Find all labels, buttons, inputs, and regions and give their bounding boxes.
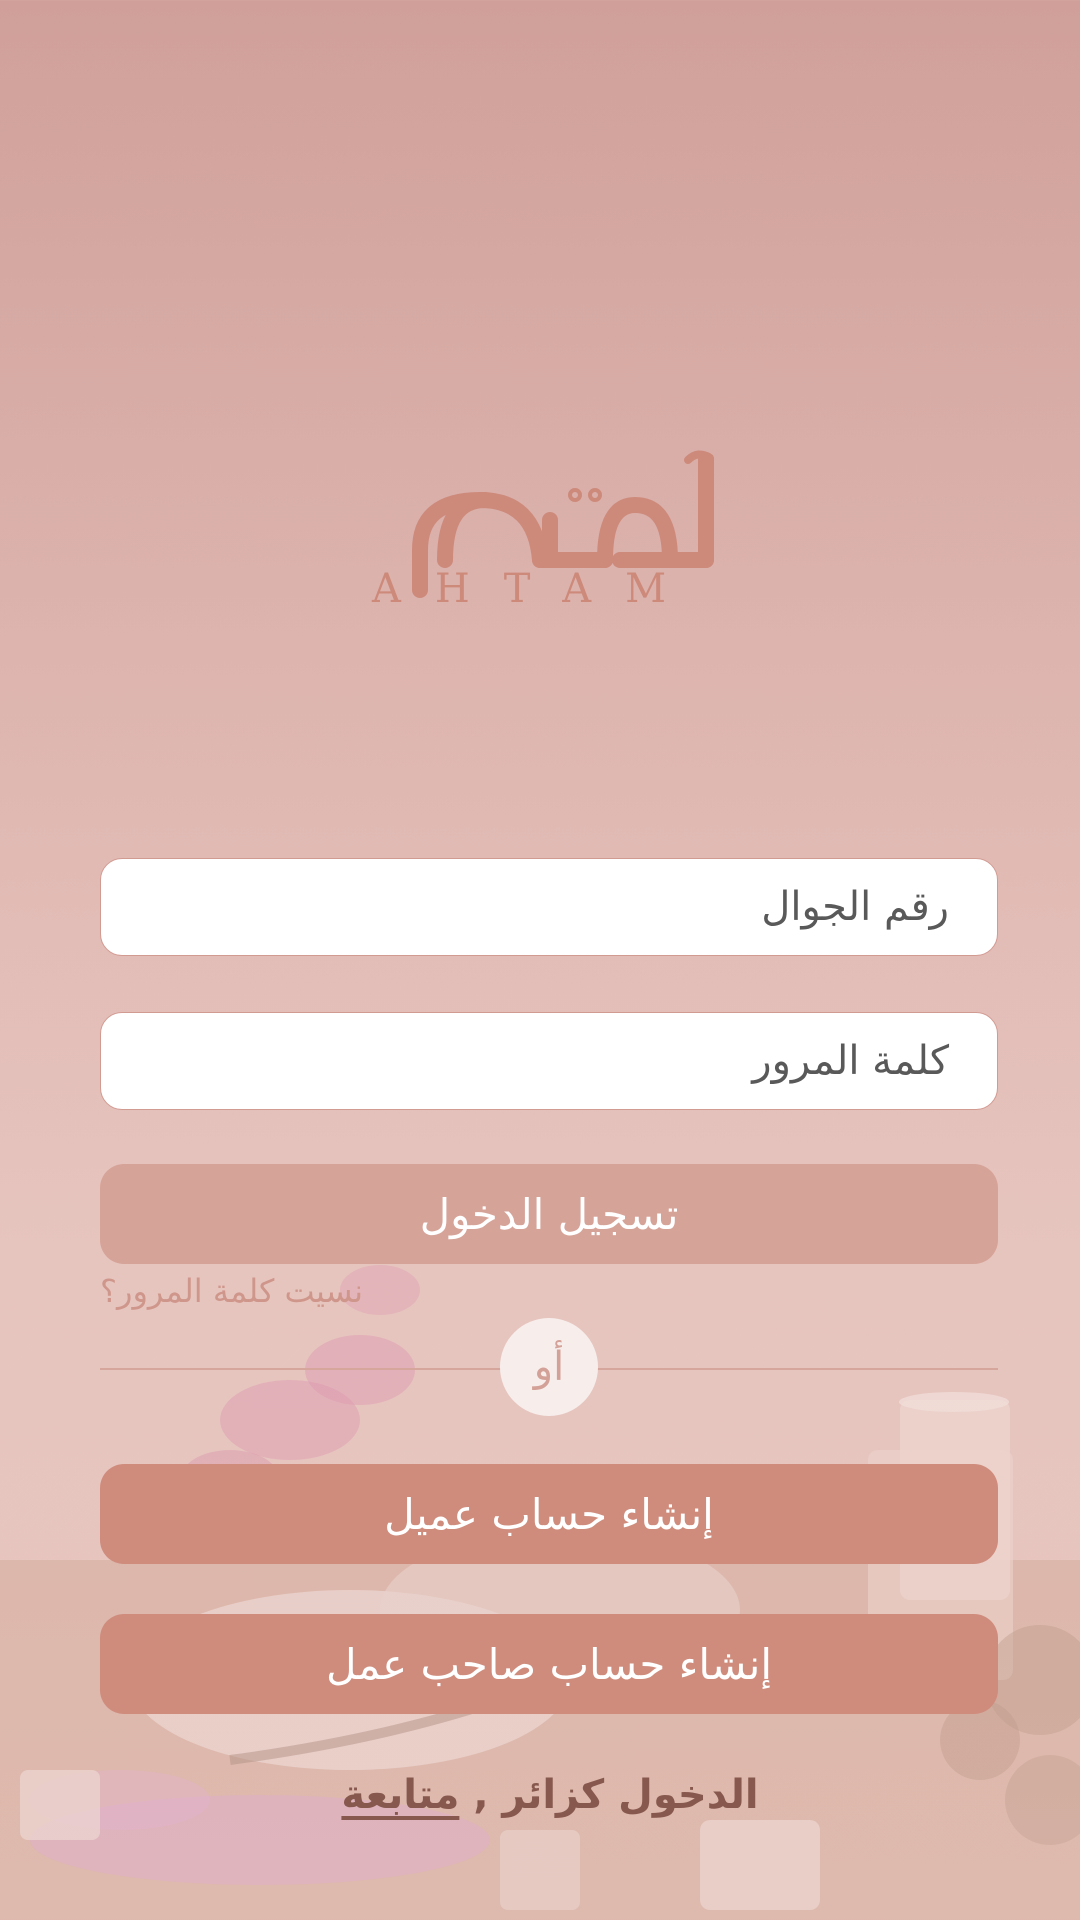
- guest-continue-link[interactable]: متابعة: [341, 1772, 459, 1818]
- create-business-account-label: إنشاء حساب صاحب عمل: [326, 1639, 773, 1689]
- login-button-label: تسجيل الدخول: [419, 1189, 679, 1239]
- create-client-account-label: إنشاء حساب عميل: [384, 1489, 714, 1539]
- password-placeholder: كلمة المرور: [752, 1038, 949, 1084]
- create-business-account-button[interactable]: إنشاء حساب صاحب عمل: [100, 1614, 998, 1714]
- password-input[interactable]: كلمة المرور: [100, 1012, 998, 1110]
- guest-login: الدخول كزائر , متابعة: [0, 1772, 1080, 1818]
- phone-placeholder: رقم الجوال: [761, 884, 949, 930]
- guest-login-prefix: الدخول كزائر ,: [473, 1772, 759, 1818]
- brand-latin-name: AHTAM: [372, 566, 701, 612]
- login-button[interactable]: تسجيل الدخول: [100, 1164, 998, 1264]
- create-client-account-button[interactable]: إنشاء حساب عميل: [100, 1464, 998, 1564]
- phone-input[interactable]: رقم الجوال: [100, 858, 998, 956]
- forgot-password-link[interactable]: نسيت كلمة المرور؟: [100, 1272, 363, 1310]
- or-label: أو: [533, 1344, 565, 1390]
- or-divider-badge: أو: [500, 1318, 598, 1416]
